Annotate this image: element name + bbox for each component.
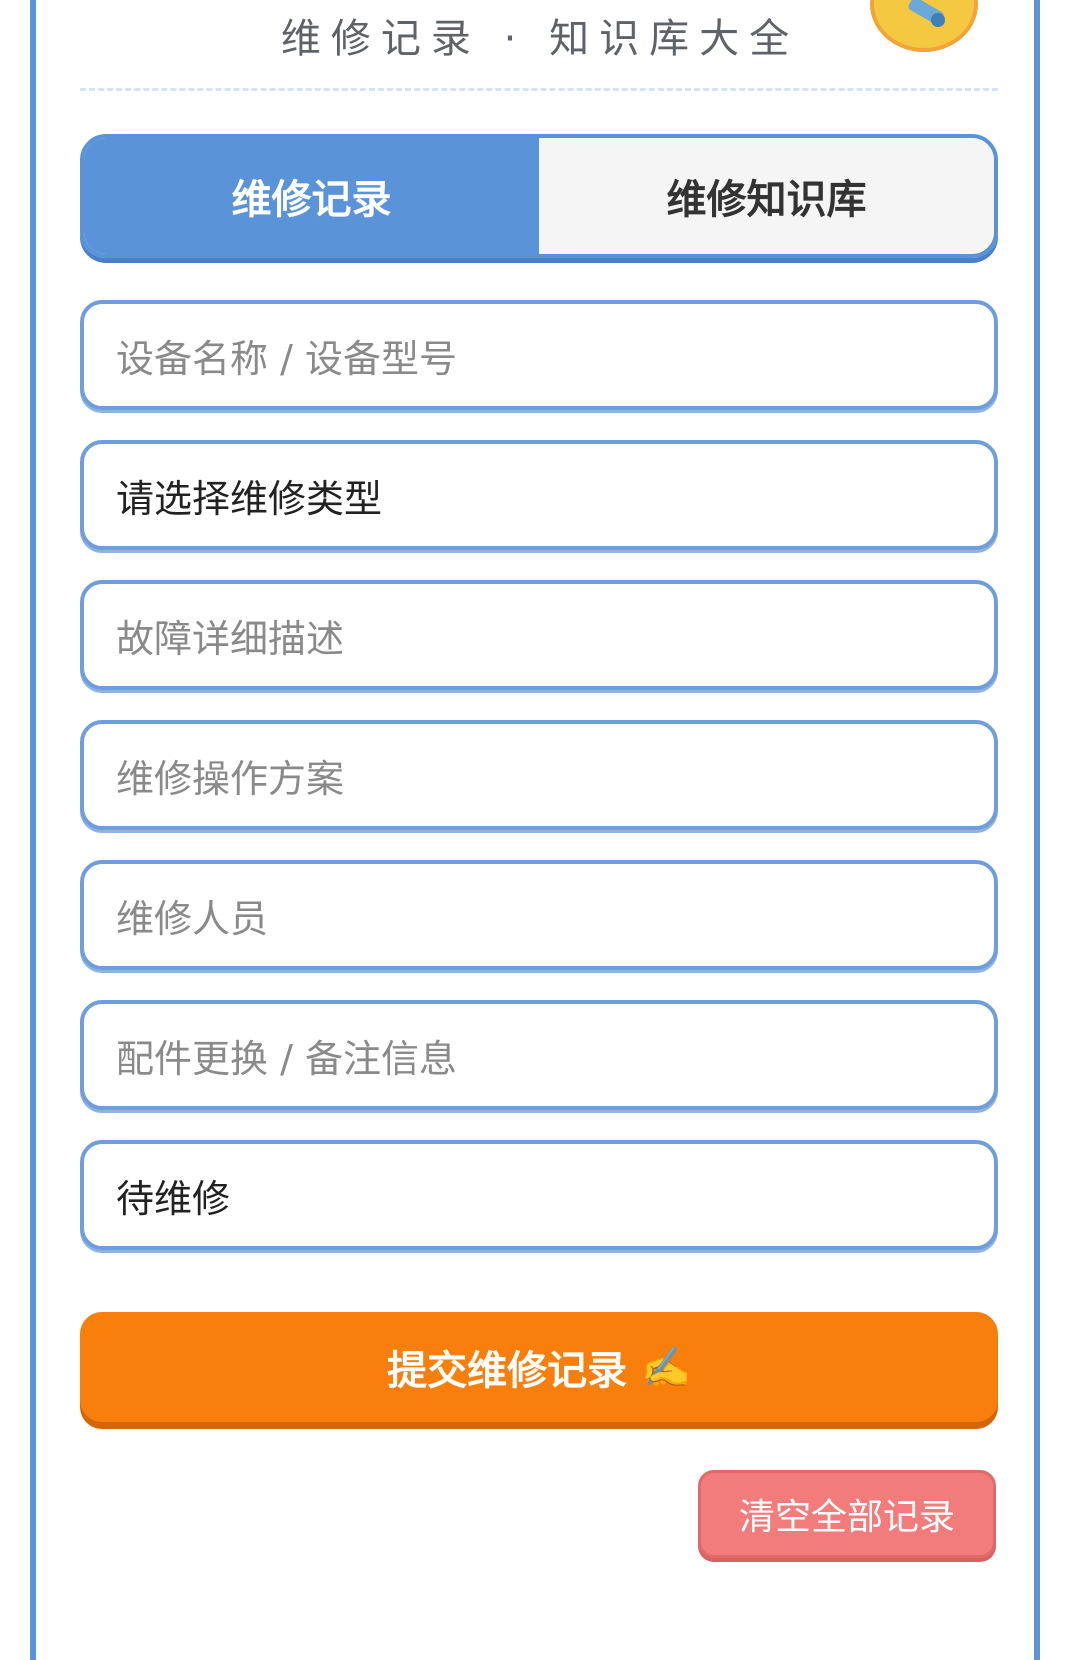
clear-all-records-button[interactable]: 清空全部记录 bbox=[698, 1470, 996, 1558]
writing-hand-icon: ✍️ bbox=[641, 1344, 691, 1391]
submit-record-button[interactable]: 提交维修记录 ✍️ bbox=[80, 1312, 998, 1422]
tab-bar: 维修记录 维修知识库 bbox=[80, 134, 998, 258]
repair-solution-input[interactable]: 维修操作方案 bbox=[80, 720, 998, 830]
tab-repair-records[interactable]: 维修记录 bbox=[84, 138, 539, 254]
header-divider bbox=[80, 88, 998, 91]
tab-knowledge-base[interactable]: 维修知识库 bbox=[539, 138, 994, 254]
parts-notes-input[interactable]: 配件更换 / 备注信息 bbox=[80, 1000, 998, 1110]
device-name-input[interactable]: 设备名称 / 设备型号 bbox=[80, 300, 998, 410]
repair-type-select[interactable]: 请选择维修类型 bbox=[80, 440, 998, 550]
fault-description-input[interactable]: 故障详细描述 bbox=[80, 580, 998, 690]
repair-staff-input[interactable]: 维修人员 bbox=[80, 860, 998, 970]
submit-button-label: 提交维修记录 bbox=[387, 1348, 628, 1394]
status-select[interactable]: 待维修 bbox=[80, 1140, 998, 1250]
